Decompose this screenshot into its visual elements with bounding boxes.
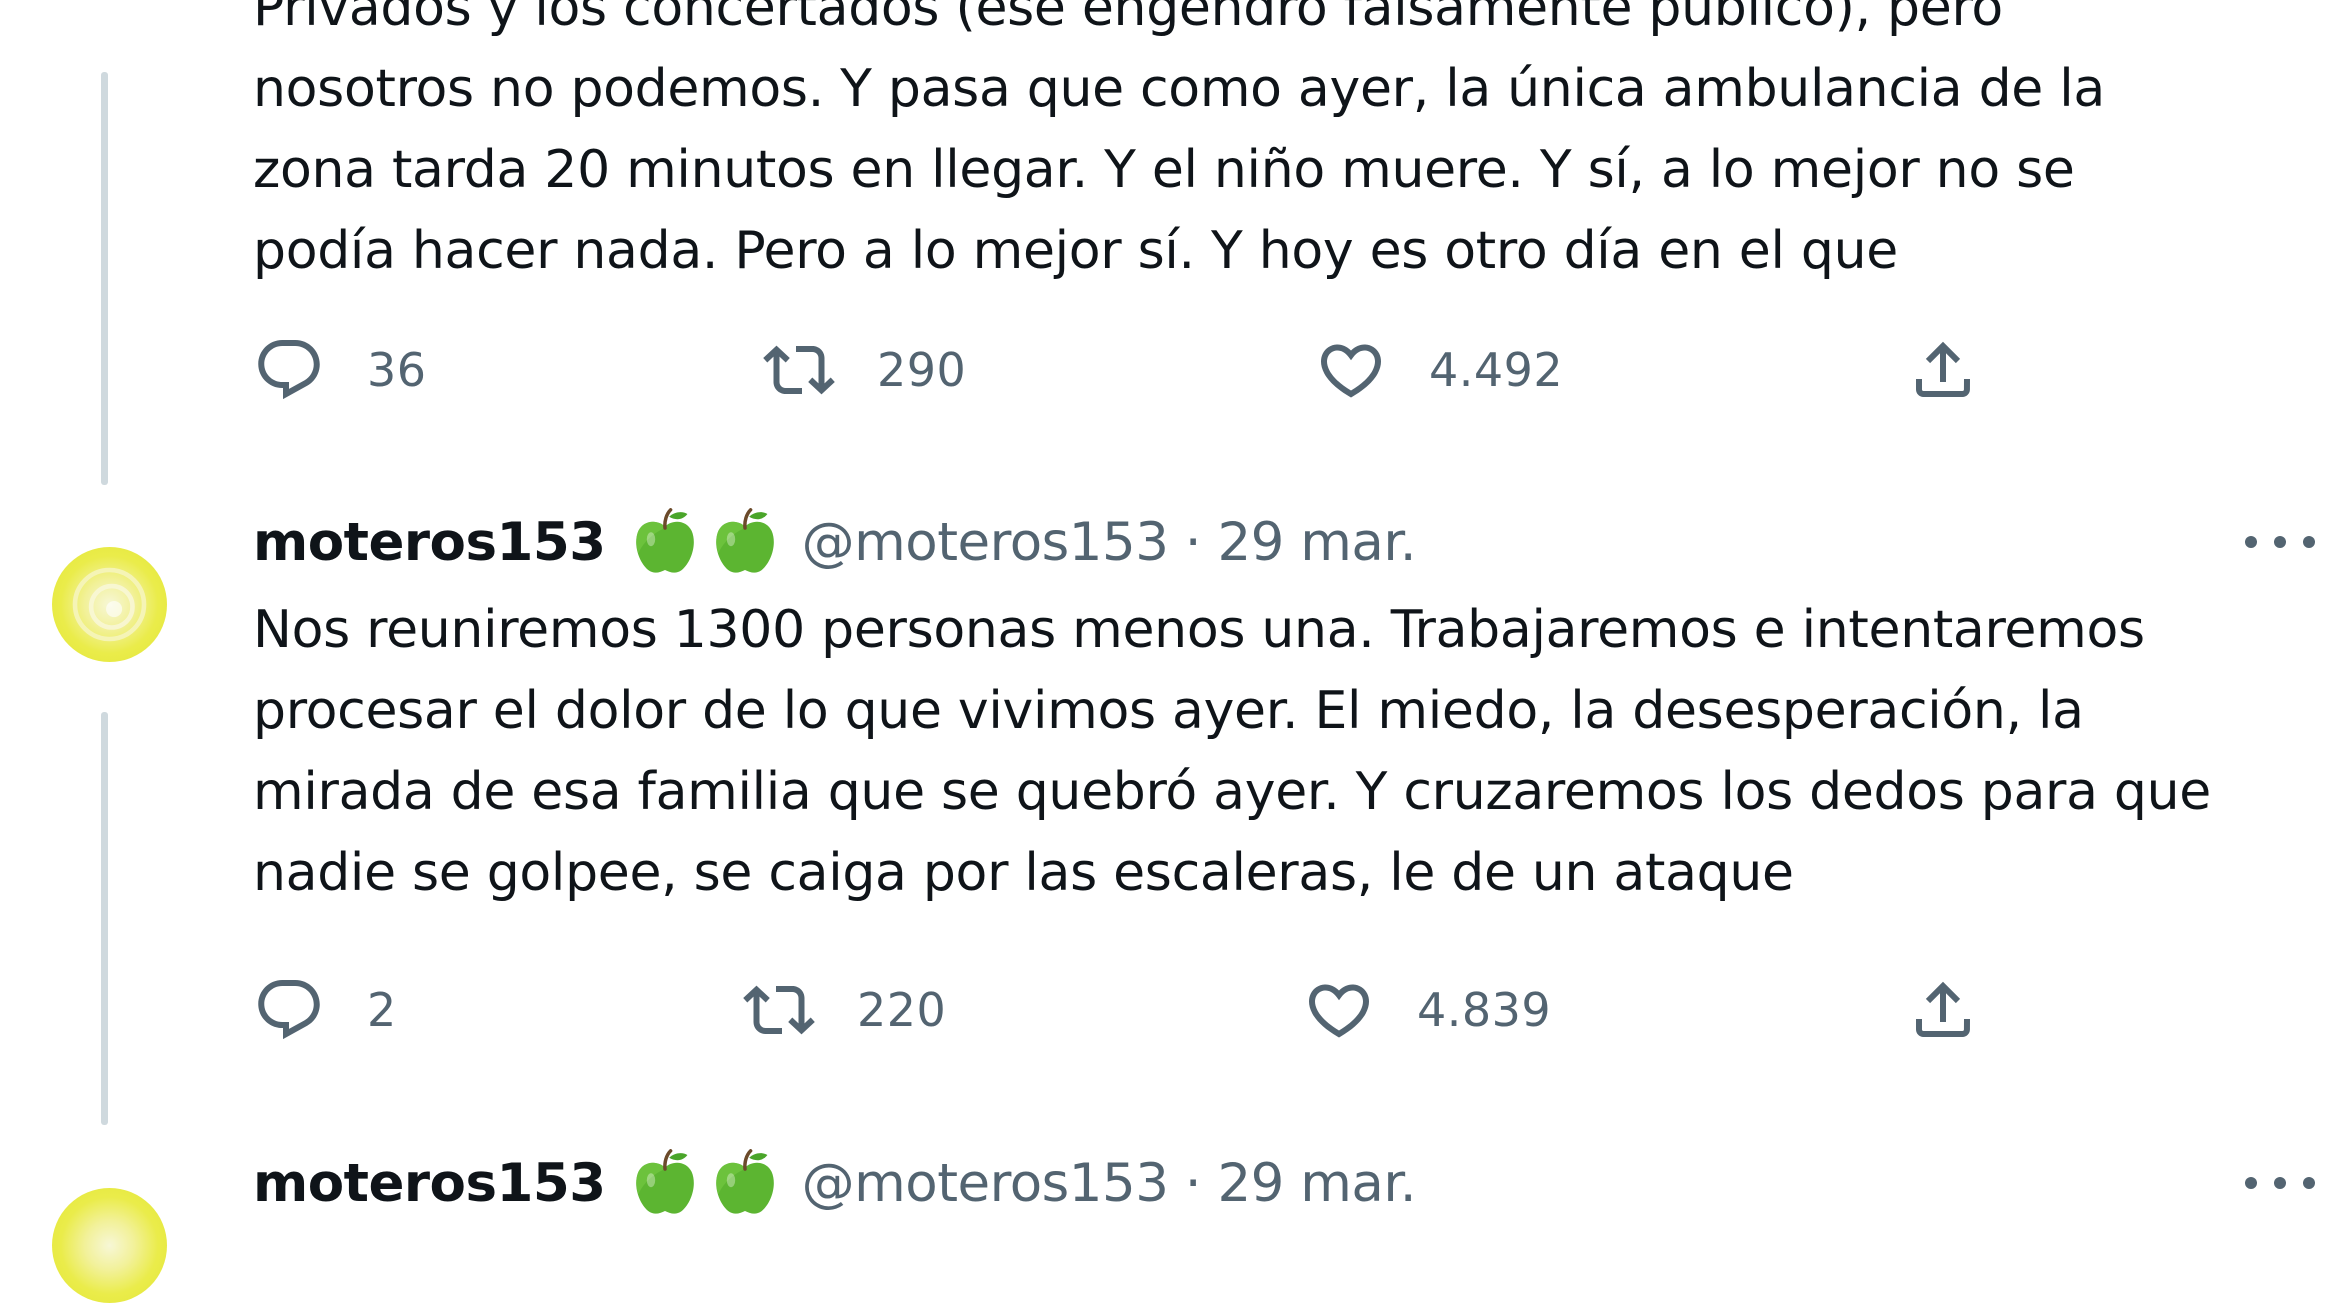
tweet-header: moteros153 @moteros153 · 29 mar. xyxy=(253,507,1417,577)
more-icon[interactable] xyxy=(2245,1163,2315,1203)
tweet-text: Nos reuniremos 1300 personas menos una. … xyxy=(253,590,2313,914)
tweet-text-line: procesar el dolor de lo que vivimos ayer… xyxy=(253,681,2084,741)
share-icon xyxy=(1907,334,1979,406)
retweet-count: 220 xyxy=(857,983,947,1037)
avatar-image xyxy=(52,1188,167,1303)
tweet-actions: 2 220 4.839 xyxy=(253,965,2013,1055)
reply-button[interactable]: 36 xyxy=(253,325,427,415)
green-apple-icon xyxy=(630,507,700,577)
reply-count: 36 xyxy=(367,343,427,397)
share-button[interactable] xyxy=(1907,965,1979,1055)
share-icon xyxy=(1907,974,1979,1046)
like-count: 4.492 xyxy=(1429,343,1564,397)
thread-line xyxy=(101,712,108,1125)
tweet-text-line: nadie se golpee, se caiga por las escale… xyxy=(253,843,1794,903)
share-button[interactable] xyxy=(1907,325,1979,415)
handle-date[interactable]: @moteros153 · 29 mar. xyxy=(802,1153,1417,1214)
like-button[interactable]: 4.839 xyxy=(1303,965,1551,1055)
username[interactable]: moteros153 xyxy=(253,1153,606,1214)
tweet-text-line: Privados y los concertados (ese engendro… xyxy=(253,0,2003,38)
reply-icon xyxy=(253,974,325,1046)
handle-date[interactable]: @moteros153 · 29 mar. xyxy=(802,512,1417,573)
avatar-image xyxy=(72,567,147,642)
green-apple-icon xyxy=(630,1148,700,1218)
reply-count: 2 xyxy=(367,983,397,1037)
tweet-text-line: zona tarda 20 minutos en llegar. Y el ni… xyxy=(253,140,2075,200)
retweet-count: 290 xyxy=(877,343,967,397)
green-apple-icon xyxy=(710,1148,780,1218)
like-count: 4.839 xyxy=(1417,983,1552,1037)
tweet-text: Privados y los concertados (ese engendro… xyxy=(253,0,2313,292)
like-icon xyxy=(1303,974,1375,1046)
tweet-actions: 36 290 4.492 xyxy=(253,325,2013,415)
like-button[interactable]: 4.492 xyxy=(1315,325,1563,415)
avatar[interactable] xyxy=(52,547,167,662)
tweet-text-line: nosotros no podemos. Y pasa que como aye… xyxy=(253,59,2105,119)
like-icon xyxy=(1315,334,1387,406)
tweet-text-line: mirada de esa familia que se quebró ayer… xyxy=(253,762,2211,822)
tweet-text-line: Nos reuniremos 1300 personas menos una. … xyxy=(253,600,2145,660)
green-apple-icon xyxy=(710,507,780,577)
thread-line xyxy=(101,72,108,485)
tweet-text-line: podía hacer nada. Pero a lo mejor sí. Y … xyxy=(253,221,1898,281)
more-icon[interactable] xyxy=(2245,522,2315,562)
username[interactable]: moteros153 xyxy=(253,512,606,573)
retweet-button[interactable]: 220 xyxy=(743,965,946,1055)
reply-button[interactable]: 2 xyxy=(253,965,397,1055)
retweet-icon xyxy=(743,974,815,1046)
tweet-header: moteros153 @moteros153 · 29 mar. xyxy=(253,1148,1417,1218)
retweet-button[interactable]: 290 xyxy=(763,325,966,415)
avatar[interactable] xyxy=(52,1188,167,1303)
retweet-icon xyxy=(763,334,835,406)
reply-icon xyxy=(253,334,325,406)
